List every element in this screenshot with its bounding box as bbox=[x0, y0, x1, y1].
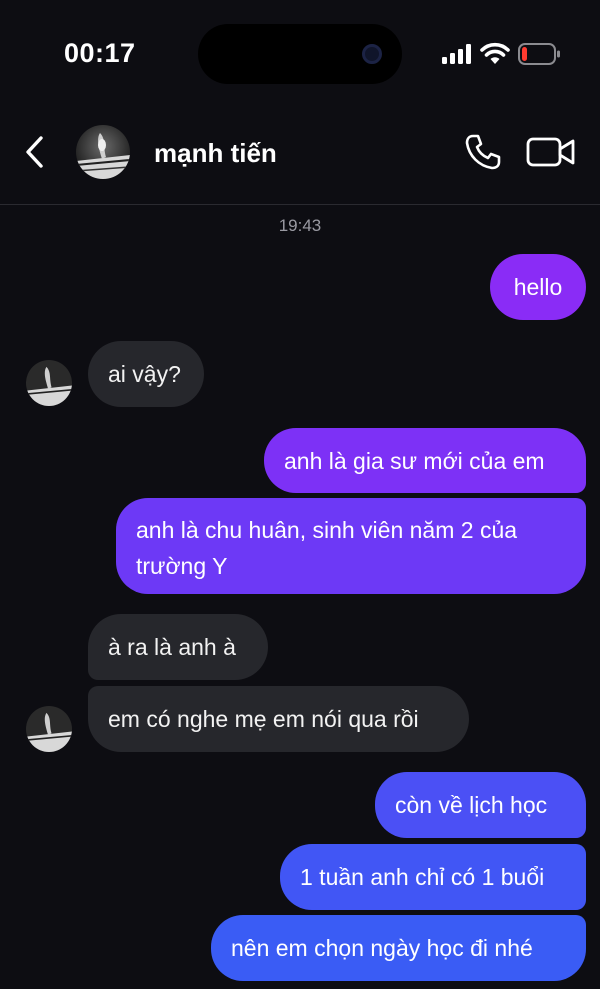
front-camera-icon bbox=[362, 44, 382, 64]
message-bubble-incoming[interactable]: ai vậy? bbox=[88, 341, 204, 407]
message-bubble-incoming[interactable]: à ra là anh à bbox=[88, 614, 268, 680]
message-text: em có nghe mẹ em nói qua rồi bbox=[108, 706, 419, 732]
contact-avatar-small bbox=[26, 706, 72, 752]
message-text: hello bbox=[513, 274, 563, 300]
video-camera-icon[interactable] bbox=[526, 136, 576, 168]
contact-avatar[interactable] bbox=[76, 125, 130, 179]
chevron-left-icon[interactable] bbox=[22, 134, 48, 170]
message-bubble-outgoing[interactable]: anh là chu huân, sinh viên năm 2 của trư… bbox=[116, 498, 586, 594]
contact-name[interactable]: mạnh tiến bbox=[154, 138, 277, 169]
message-bubble-outgoing[interactable]: nên em chọn ngày học đi nhé bbox=[211, 915, 586, 981]
chat-header: mạnh tiến bbox=[0, 100, 600, 205]
message-timestamp: 19:43 bbox=[278, 216, 322, 235]
message-text: anh là gia sư mới của em bbox=[284, 447, 545, 474]
wifi-icon bbox=[480, 42, 510, 64]
message-bubble-incoming[interactable]: em có nghe mẹ em nói qua rồi bbox=[88, 686, 469, 752]
cellular-signal-icon bbox=[442, 44, 471, 64]
status-time: 00:17 bbox=[64, 38, 136, 68]
message-bubble-outgoing[interactable]: anh là gia sư mới của em bbox=[264, 428, 586, 493]
message-text: à ra là anh à bbox=[108, 634, 236, 660]
message-bubble-outgoing[interactable]: còn về lịch học bbox=[375, 772, 586, 838]
message-text: 1 tuần anh chỉ có 1 buổi bbox=[300, 864, 545, 890]
message-text: anh là chu huân, sinh viên năm 2 của trư… bbox=[136, 517, 518, 579]
phone-icon[interactable] bbox=[464, 133, 502, 171]
message-bubble-outgoing[interactable]: 1 tuần anh chỉ có 1 buổi bbox=[280, 844, 586, 910]
battery-low-icon bbox=[518, 43, 560, 65]
message-text: ai vậy? bbox=[108, 361, 181, 387]
message-bubble-outgoing[interactable]: hello bbox=[490, 254, 586, 320]
message-text: còn về lịch học bbox=[395, 792, 548, 818]
contact-avatar-small bbox=[26, 360, 72, 406]
status-bar: 00:17 bbox=[0, 0, 600, 100]
message-text: nên em chọn ngày học đi nhé bbox=[231, 935, 533, 961]
